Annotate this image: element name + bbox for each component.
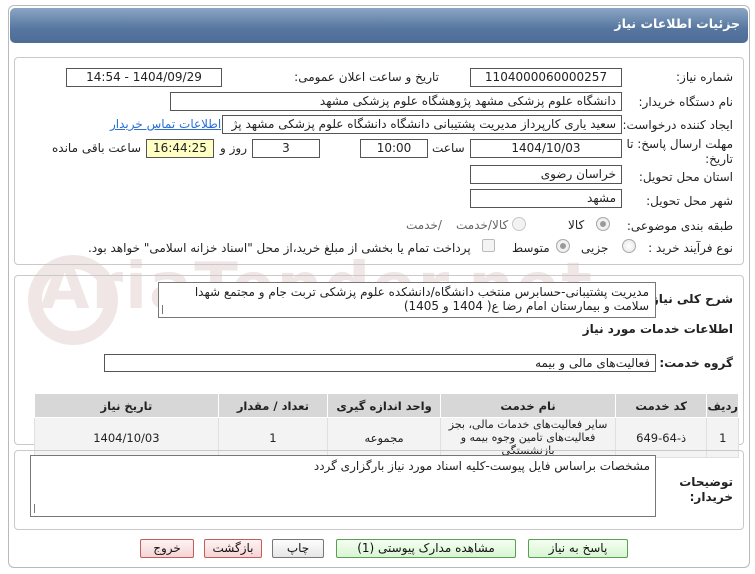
days-label: روز و [220, 141, 247, 155]
creator-label: ایجاد کننده درخواست: [622, 118, 733, 132]
buyer-contact-link[interactable]: اطلاعات تماس خریدار [110, 117, 221, 131]
table-header-row: ردیف کد خدمت نام خدمت واحد اندازه گیری ت… [34, 393, 739, 418]
province-field: خراسان رضوی [470, 165, 622, 184]
exit-button[interactable]: خروج [140, 539, 194, 558]
summary-field: مدیریت پشتیبانی-حسابرس منتخب دانشگاه/دان… [158, 282, 656, 318]
city-label: شهر محل تحویل: [646, 194, 733, 208]
print-button[interactable]: چاپ [272, 539, 324, 558]
resize-handle[interactable] [162, 305, 171, 314]
deadline-time-field: 10:00 [360, 139, 428, 158]
info-panel [14, 57, 744, 265]
column-header: نام خدمت [440, 393, 616, 418]
process-label: نوع فرآیند خرید : [648, 241, 733, 255]
process-medium-label: متوسط [512, 241, 550, 255]
city-field: مشهد [470, 189, 622, 208]
days-field: 3 [252, 139, 320, 158]
announce-label: تاریخ و ساعت اعلان عمومی: [294, 70, 439, 84]
column-header: کد خدمت [614, 393, 708, 418]
title-bar: جزئیات اطلاعات نیاز [10, 8, 748, 43]
buyer-org-field: دانشگاه علوم پزشکی مشهد پژوهشگاه علوم پز… [170, 92, 622, 111]
deadline-label-date: تاریخ: [705, 152, 733, 166]
remaining-label: ساعت باقی مانده [52, 141, 142, 155]
notes-field: مشخصات براساس فایل پیوست-کلیه اسناد مورد… [30, 455, 656, 517]
category-label: طبقه بندی موضوعی: [626, 219, 733, 233]
need-number-label: شماره نیاز: [676, 70, 733, 84]
payment-checkbox[interactable] [482, 239, 495, 252]
category-goods-service-radio[interactable] [512, 217, 526, 231]
column-header: واحد اندازه گیری [326, 393, 442, 418]
back-button[interactable]: بازگشت [204, 539, 262, 558]
category-service-label: /خدمت [406, 218, 442, 232]
service-group-label: گروه خدمت: [659, 356, 733, 370]
category-goods-label: کالا [568, 218, 585, 232]
province-label: استان محل تحویل: [638, 170, 733, 184]
category-goods-service-label: کالا/خدمت [456, 218, 509, 232]
notes-text: مشخصات براساس فایل پیوست-کلیه اسناد مورد… [313, 459, 650, 473]
page-title: جزئیات اطلاعات نیاز [614, 16, 740, 31]
view-documents-button[interactable]: مشاهده مدارک پیوستی (1) [336, 539, 516, 558]
column-header: ردیف [706, 393, 739, 418]
category-goods-radio[interactable] [596, 217, 610, 231]
summary-label: شرح کلی نیاز: [647, 292, 733, 306]
deadline-label: مهلت ارسال پاسخ: تا [626, 137, 733, 151]
summary-text: مدیریت پشتیبانی-حسابرس منتخب دانشگاه/دان… [194, 285, 649, 313]
reply-button[interactable]: پاسخ به نیاز [528, 539, 628, 558]
announce-field: 1404/09/29 - 14:54 [66, 68, 222, 87]
remaining-time-field: 16:44:25 [146, 139, 214, 158]
need-number-field: 1104000060000257 [470, 68, 622, 87]
process-minor-label: جزیی [581, 241, 609, 255]
resize-handle[interactable] [34, 504, 43, 513]
services-section-title: اطلاعات خدمات مورد نیاز [582, 322, 733, 336]
deadline-date-field: 1404/10/03 [470, 139, 622, 158]
notes-label-buyer: خریدار: [689, 490, 733, 504]
service-group-field: فعالیت‌های مالی و بیمه [104, 354, 656, 372]
column-header: تعداد / مقدار [217, 393, 328, 418]
buyer-org-label: نام دستگاه خریدار: [638, 95, 734, 109]
payment-note: پرداخت تمام یا بخشی از مبلغ خرید،از محل … [88, 241, 471, 255]
process-medium-radio[interactable] [556, 239, 570, 253]
column-header: تاریخ نیاز [34, 393, 219, 418]
process-minor-radio[interactable] [622, 239, 636, 253]
creator-field: سعید یاری کارپرداز مدیریت پشتیبانی دانشگ… [222, 115, 622, 134]
notes-label: توضیحات [679, 475, 733, 489]
services-table: ردیف کد خدمت نام خدمت واحد اندازه گیری ت… [34, 393, 739, 458]
deadline-time-label: ساعت [432, 141, 465, 155]
